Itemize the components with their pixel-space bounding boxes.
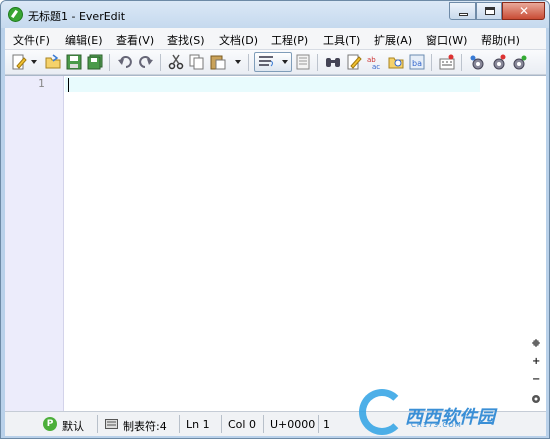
watermark: 西西软件园 CR173.COM [359, 389, 534, 435]
menu-document[interactable]: 文档(D) [219, 32, 258, 48]
word-wrap-dropdown-arrow-icon [282, 60, 288, 64]
line-number: 1 [38, 77, 45, 90]
encoding-badge-icon: P [43, 417, 57, 431]
menu-project[interactable]: 工程(P) [271, 32, 308, 48]
menu-edit[interactable]: 编辑(E) [65, 32, 103, 48]
watermark-logo-icon [359, 389, 405, 435]
toolbar: ab ac ba [5, 50, 546, 75]
text-caret [68, 78, 69, 92]
replace-icon[interactable]: abac [367, 54, 383, 70]
line-number-gutter: 1 [5, 76, 64, 412]
menu-view[interactable]: 查看(V) [116, 32, 154, 48]
encoding-status[interactable]: 默认 [62, 418, 84, 434]
everedit-logo-icon[interactable] [8, 7, 23, 22]
title-bar: 无标题1 - EverEdit ✕ [1, 1, 549, 28]
save-all-icon[interactable] [87, 54, 103, 70]
unicode-status: U+0000 [270, 418, 316, 431]
open-folder-icon[interactable] [45, 54, 61, 70]
paste-icon[interactable] [210, 54, 226, 70]
zoom-out-button[interactable]: − [532, 374, 540, 385]
menu-tools[interactable]: 工具(T) [323, 32, 360, 48]
tab-size-status[interactable]: 制表符:4 [123, 418, 167, 434]
word-wrap-icon [259, 56, 273, 67]
status-separator [263, 415, 264, 433]
find-in-files-icon[interactable] [346, 54, 362, 70]
cut-icon[interactable] [168, 54, 184, 70]
toolbar-separator [248, 54, 249, 71]
find-icon[interactable] [325, 54, 341, 70]
settings-icon[interactable] [469, 54, 485, 70]
close-button[interactable]: ✕ [502, 2, 545, 20]
menu-window[interactable]: 窗口(W) [426, 32, 467, 48]
svg-text:ac: ac [372, 63, 380, 70]
paste-dropdown-arrow-icon[interactable] [235, 60, 241, 64]
status-separator [318, 415, 319, 433]
window-title: 无标题1 - EverEdit [28, 10, 126, 23]
menu-search[interactable]: 查找(S) [167, 32, 205, 48]
keyboard-icon [105, 419, 118, 429]
menu-help[interactable]: 帮助(H) [481, 32, 520, 48]
plugin-icon[interactable] [490, 54, 506, 70]
status-separator [221, 415, 222, 433]
split-icon[interactable] [531, 338, 541, 348]
minimize-button[interactable] [449, 2, 476, 20]
save-icon[interactable] [66, 54, 82, 70]
maximize-icon [485, 7, 495, 15]
redo-icon[interactable] [138, 54, 154, 70]
zoom-in-button[interactable]: + [532, 356, 540, 367]
column-status: Col 0 [228, 418, 256, 431]
status-separator [97, 415, 98, 433]
new-file-dropdown-arrow-icon[interactable] [31, 60, 37, 64]
menu-extensions[interactable]: 扩展(A) [374, 32, 412, 48]
copy-icon[interactable] [189, 54, 205, 70]
undo-icon[interactable] [117, 54, 133, 70]
menu-bar: 文件(F) 编辑(E) 查看(V) 查找(S) 文档(D) 工程(P) 工具(T… [5, 28, 546, 50]
toolbar-separator [317, 54, 318, 71]
maximize-button[interactable] [476, 2, 502, 20]
find-in-folder-icon[interactable] [388, 54, 404, 70]
watermark-domain: CR173.COM [411, 421, 462, 429]
goto-icon[interactable]: ba [409, 54, 425, 70]
close-icon: ✕ [519, 4, 530, 18]
editor-area[interactable]: 1 + − [5, 75, 546, 412]
toolbar-separator [160, 54, 161, 71]
new-file-icon[interactable] [11, 54, 27, 70]
app-window: 无标题1 - EverEdit ✕ 文件(F) 编辑(E) 查看(V) 查找(S… [0, 0, 550, 439]
count-status: 1 [323, 418, 330, 431]
toolbar-separator [431, 54, 432, 71]
svg-text:ba: ba [412, 59, 422, 68]
minimize-icon [459, 13, 468, 16]
word-wrap-button[interactable] [254, 52, 292, 72]
current-line-highlight [65, 77, 480, 92]
status-separator [179, 415, 180, 433]
column-mode-icon[interactable] [295, 54, 311, 70]
record-macro-icon[interactable] [439, 54, 455, 70]
vertical-scrollbar[interactable]: + − [526, 76, 546, 412]
line-status: Ln 1 [186, 418, 210, 431]
toolbar-separator [109, 54, 110, 71]
menu-file[interactable]: 文件(F) [13, 32, 50, 48]
toolbar-separator [461, 54, 462, 71]
options-icon[interactable] [511, 54, 527, 70]
